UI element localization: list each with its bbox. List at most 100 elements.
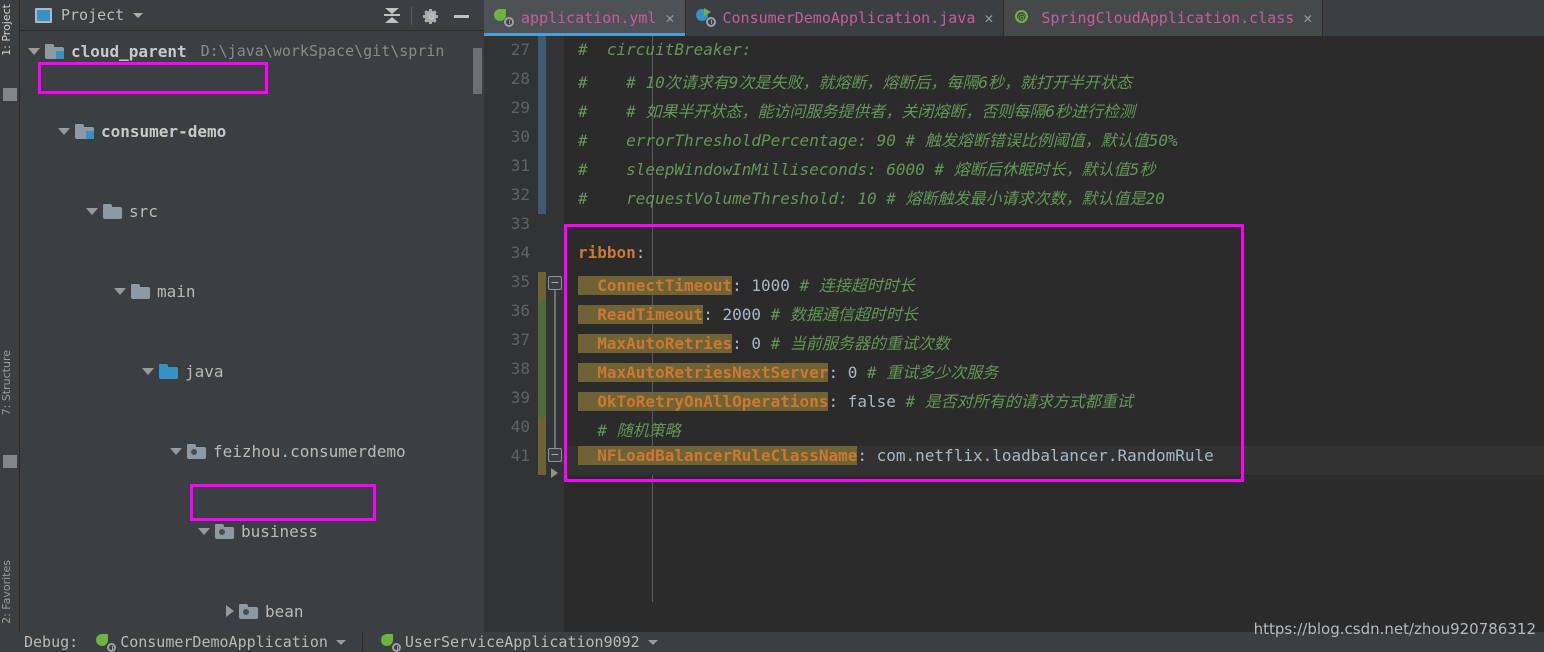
line-number: 34 — [510, 243, 530, 262]
change-marker-added[interactable] — [538, 301, 546, 417]
chevron-down-icon[interactable] — [170, 447, 182, 455]
fold-region-line — [554, 290, 556, 456]
line-number: 40 — [510, 417, 530, 436]
tool-tab-project[interactable]: 1: Project — [0, 4, 20, 56]
editor-tab-application-yml[interactable]: application.yml ✕ — [484, 0, 686, 36]
yaml-value: false — [847, 392, 896, 411]
tool-window-strip: 1: Project 7: Structure 2: Favorites — [0, 0, 20, 652]
spring-yml-icon — [494, 9, 514, 27]
debug-config-userserviceapplication9092[interactable]: UserServiceApplication9092 — [380, 633, 658, 652]
tree-label: cloud_parent — [71, 41, 187, 61]
yaml-colon: : — [732, 334, 752, 353]
code-editor[interactable]: 27 28 29 30 31 32 33 34 35 36 37 38 39 4… — [484, 36, 1544, 632]
chevron-down-icon[interactable] — [647, 639, 658, 645]
close-icon[interactable]: ✕ — [984, 9, 993, 27]
line-number: 33 — [510, 214, 530, 233]
project-panel-header: Project — [20, 0, 484, 31]
inline-comment: # 是否对所有的请求方式都重试 — [895, 392, 1133, 411]
chevron-down-icon[interactable] — [335, 639, 346, 645]
yaml-colon: : — [828, 392, 848, 411]
tree-row-src[interactable]: src — [20, 191, 484, 231]
tree-row-cloud-parent[interactable]: cloud_parent D:\java\workSpace\git\sprin — [20, 31, 484, 71]
code-line-29: # # 如果半开状态，能访问服务提供者，关闭熔断，否则每隔6秒进行检测 — [578, 102, 1136, 121]
inline-comment: # 当前服务器的重试次数 — [761, 334, 950, 353]
toolbar-divider — [411, 6, 412, 25]
module-folder-icon — [75, 123, 94, 139]
fold-marker-end[interactable]: − — [548, 448, 562, 462]
code-folding-gutter[interactable]: − − — [546, 36, 564, 632]
tree-row-bean[interactable]: bean — [20, 591, 484, 631]
chevron-down-icon[interactable] — [198, 527, 210, 535]
close-icon[interactable]: ✕ — [665, 9, 674, 27]
change-marker-edited-1[interactable] — [538, 272, 546, 301]
tree-label: feizhou.consumerdemo — [213, 441, 406, 461]
inline-comment: # 数据通信超时时长 — [761, 305, 918, 324]
spring-boot-icon — [380, 634, 401, 652]
editor-area: application.yml ✕ ConsumerDemoApplicatio… — [484, 0, 1544, 632]
line-number: 35 — [510, 272, 530, 291]
yaml-colon: : — [857, 446, 877, 465]
tree-row-java[interactable]: java — [20, 351, 484, 391]
line-number: 39 — [510, 388, 530, 407]
chevron-down-icon[interactable] — [28, 47, 40, 55]
code-line-34: ribbon: — [578, 243, 645, 262]
tree-label: src — [129, 201, 158, 221]
yaml-key: OkToRetryOnAllOperations — [578, 392, 829, 411]
line-number: 27 — [510, 40, 530, 59]
editor-tab-label: ConsumerDemoApplication.java — [722, 9, 976, 27]
tree-label: consumer-demo — [101, 121, 227, 141]
code-line-27: # circuitBreaker: — [578, 40, 752, 59]
chevron-down-icon[interactable] — [142, 367, 154, 375]
tree-row-consumer-demo[interactable]: consumer-demo — [20, 111, 484, 151]
inline-comment: # 重试多少次服务 — [857, 363, 999, 382]
editor-tab-consumerdemoapplication-java[interactable]: ConsumerDemoApplication.java ✕ — [686, 0, 1005, 36]
tree-row-feizhou-consumerdemo[interactable]: feizhou.consumerdemo — [20, 431, 484, 471]
minimize-icon[interactable] — [446, 0, 476, 31]
gear-icon[interactable] — [416, 0, 446, 31]
spring-boot-class-icon — [695, 8, 716, 27]
change-marker-edited-2[interactable] — [538, 417, 546, 475]
editor-tab-label: SpringCloudApplication.class — [1041, 9, 1295, 27]
source-folder-icon — [159, 363, 178, 379]
fold-marker-collapse[interactable]: − — [548, 276, 562, 290]
module-folder-icon — [45, 43, 64, 59]
folder-icon — [103, 203, 122, 219]
project-tree[interactable]: cloud_parent D:\java\workSpace\git\sprin… — [20, 31, 484, 632]
spring-boot-icon — [96, 634, 117, 652]
folder-icon — [131, 283, 150, 299]
editor-tab-label: application.yml — [521, 9, 657, 27]
debug-config-consumerdemoapplication[interactable]: ConsumerDemoApplication — [96, 633, 346, 652]
chevron-down-icon[interactable] — [133, 12, 144, 18]
line-number: 32 — [510, 185, 530, 204]
tool-tab-structure[interactable]: 7: Structure — [0, 350, 20, 415]
annotation-class-icon: @ — [1014, 9, 1034, 27]
collapse-all-icon[interactable] — [377, 0, 407, 31]
change-marker-modified[interactable] — [538, 36, 546, 214]
code-text[interactable]: # circuitBreaker: # # 10次请求有9次是失败，就熔断，熔断… — [564, 36, 1544, 632]
code-line-31: # sleepWindowInMilliseconds: 6000 # 熔断后休… — [578, 160, 1156, 179]
close-icon[interactable]: ✕ — [1303, 9, 1312, 27]
debug-label: Debug: — [24, 633, 79, 651]
editor-tab-springcloudapplication-class[interactable]: @ SpringCloudApplication.class ✕ — [1004, 0, 1324, 36]
chevron-down-icon[interactable] — [86, 207, 98, 215]
project-scrollbar-thumb[interactable] — [473, 48, 482, 94]
tree-row-business[interactable]: business — [20, 511, 484, 551]
line-number: 37 — [510, 330, 530, 349]
editor-tab-bar: application.yml ✕ ConsumerDemoApplicatio… — [484, 0, 1544, 36]
yaml-colon: : — [732, 276, 752, 295]
yaml-key: MaxAutoRetriesNextServer — [578, 363, 829, 382]
inline-comment: # 连接超时时长 — [789, 276, 915, 295]
structure-icon — [3, 455, 17, 468]
module-path: D:\java\workSpace\git\sprin — [200, 42, 445, 60]
code-line-30: # errorThresholdPercentage: 90 # 触发熔断错误比… — [578, 131, 1178, 150]
debug-config-label: UserServiceApplication9092 — [404, 633, 640, 651]
yaml-colon: : — [703, 305, 723, 324]
code-line-39: OkToRetryOnAllOperations: false # 是否对所有的… — [578, 388, 1133, 412]
line-number: 28 — [510, 69, 530, 88]
chevron-down-icon[interactable] — [114, 287, 126, 295]
tool-tab-favorites[interactable]: 2: Favorites — [0, 560, 20, 624]
yaml-value: 0 — [751, 334, 762, 353]
tree-row-main[interactable]: main — [20, 271, 484, 311]
chevron-down-icon[interactable] — [58, 127, 70, 135]
chevron-right-icon[interactable] — [226, 605, 234, 617]
